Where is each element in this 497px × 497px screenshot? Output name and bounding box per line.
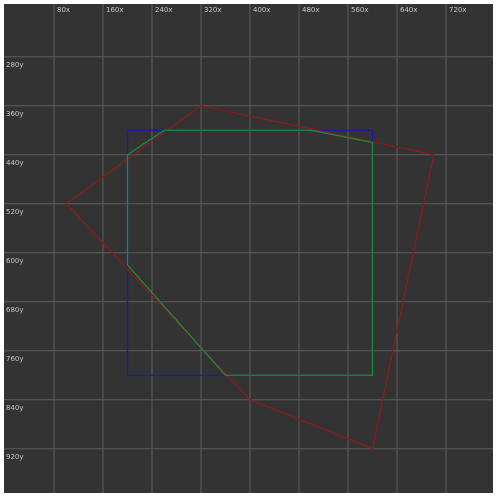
x-tick-label: 240x: [155, 6, 173, 14]
y-tick-label: 440y: [6, 159, 24, 167]
x-tick-label: 160x: [106, 6, 124, 14]
canvas-viewport[interactable]: 80x 160x 240x 320x 400x 480x 560x 640x 720x 280y 3…: [4, 4, 493, 493]
y-tick-label: 840y: [6, 404, 24, 412]
y-tick-label: 600y: [6, 257, 24, 265]
y-tick-label: 680y: [6, 306, 24, 314]
x-tick-label: 640x: [400, 6, 418, 14]
y-tick-label: 280y: [6, 61, 24, 69]
x-tick-label: 400x: [253, 6, 271, 14]
x-tick-label: 480x: [302, 6, 320, 14]
x-tick-label: 320x: [204, 6, 222, 14]
y-tick-label: 760y: [6, 355, 24, 363]
x-tick-label: 80x: [57, 6, 70, 14]
x-tick-label: 720x: [449, 6, 467, 14]
y-tick-label: 920y: [6, 453, 24, 461]
y-tick-label: 520y: [6, 208, 24, 216]
grid-layer: [4, 4, 493, 493]
canvas-svg[interactable]: 80x 160x 240x 320x 400x 480x 560x 640x 720x 280y 3…: [4, 4, 493, 493]
y-tick-label: 360y: [6, 110, 24, 118]
x-tick-label: 560x: [351, 6, 369, 14]
